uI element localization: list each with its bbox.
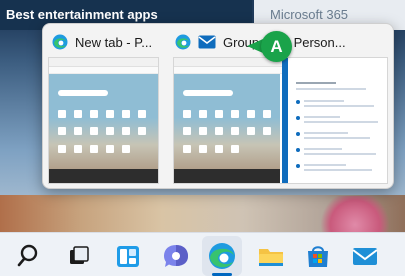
quick-link-tile	[231, 110, 239, 118]
thumbnail-address-bar	[49, 67, 158, 74]
message-line	[304, 153, 376, 155]
message-line	[304, 105, 374, 107]
message-line	[304, 121, 378, 123]
preview-1-thumbnail[interactable]	[48, 57, 159, 184]
preview-1-header[interactable]: New tab - P...	[52, 32, 170, 52]
quick-link-tile	[106, 110, 114, 118]
quick-link-tile	[199, 145, 207, 153]
message-list-header	[296, 88, 366, 90]
quick-link-tile	[215, 145, 223, 153]
quick-link-tile	[199, 127, 207, 135]
message-avatar	[296, 100, 300, 104]
quick-link-tile	[90, 145, 98, 153]
background-decoration	[315, 196, 395, 232]
quick-link-tile	[215, 110, 223, 118]
quick-link-tile	[263, 127, 271, 135]
message-line	[304, 100, 344, 102]
new-tab-page	[174, 74, 280, 183]
message-list-header	[296, 82, 336, 84]
search-icon[interactable]	[14, 240, 46, 272]
quick-link-tile	[122, 145, 130, 153]
task-view-icon[interactable]	[63, 240, 95, 272]
quick-link-tile	[199, 110, 207, 118]
quick-link-tile	[138, 110, 146, 118]
quick-link-tile	[215, 127, 223, 135]
quick-link-tile	[58, 110, 66, 118]
quick-link-tile	[106, 127, 114, 135]
quick-link-tile	[122, 127, 130, 135]
taskbar	[0, 232, 405, 276]
quick-link-tile	[263, 110, 271, 118]
message-line	[304, 164, 346, 166]
message-line	[304, 132, 348, 134]
microsoft-store-icon[interactable]	[302, 240, 334, 272]
quick-link-tile	[122, 110, 130, 118]
mail-icon	[198, 35, 216, 49]
edge-icon	[52, 34, 68, 50]
quick-link-tile	[138, 127, 146, 135]
quick-link-tile	[74, 145, 82, 153]
message-line	[304, 116, 340, 118]
message-avatar	[296, 132, 300, 136]
edge-icon	[175, 34, 191, 50]
message-line	[304, 148, 342, 150]
quick-link-tile	[183, 145, 191, 153]
news-feed-bar	[49, 169, 158, 183]
quick-link-tile	[74, 110, 82, 118]
quick-link-tile	[183, 127, 191, 135]
quick-link-tile	[90, 127, 98, 135]
teams-chat-icon[interactable]	[160, 240, 192, 272]
preview-1-title: New tab - P...	[75, 34, 153, 50]
quick-link-tile	[183, 110, 191, 118]
thumbnail-tab-bar	[49, 58, 158, 67]
widgets-icon[interactable]	[112, 240, 144, 272]
quick-link-tile	[247, 127, 255, 135]
quick-link-tile	[58, 145, 66, 153]
quick-link-tile	[74, 127, 82, 135]
preview-2-thumbnail[interactable]	[173, 57, 388, 184]
message-line	[304, 137, 370, 139]
quick-link-tile	[231, 145, 239, 153]
message-avatar	[296, 164, 300, 168]
edge-icon[interactable]	[206, 240, 238, 272]
news-feed-bar	[174, 169, 280, 183]
quick-link-tile	[231, 127, 239, 135]
new-tab-page	[49, 74, 158, 183]
file-explorer-icon[interactable]	[255, 240, 287, 272]
callout-marker: A	[261, 31, 292, 62]
message-avatar	[296, 148, 300, 152]
message-line	[304, 169, 372, 171]
quick-link-tile	[247, 110, 255, 118]
thumbnail-search-box	[183, 90, 233, 96]
taskbar-preview-popup: New tab - P... Group Person...	[42, 23, 394, 189]
quick-link-tile	[90, 110, 98, 118]
message-avatar	[296, 116, 300, 120]
thumbnail-search-box	[58, 90, 108, 96]
quick-link-tile	[106, 145, 114, 153]
outlook-message-list	[288, 58, 387, 183]
quick-link-tile	[58, 127, 66, 135]
mail-icon[interactable]	[349, 240, 381, 272]
